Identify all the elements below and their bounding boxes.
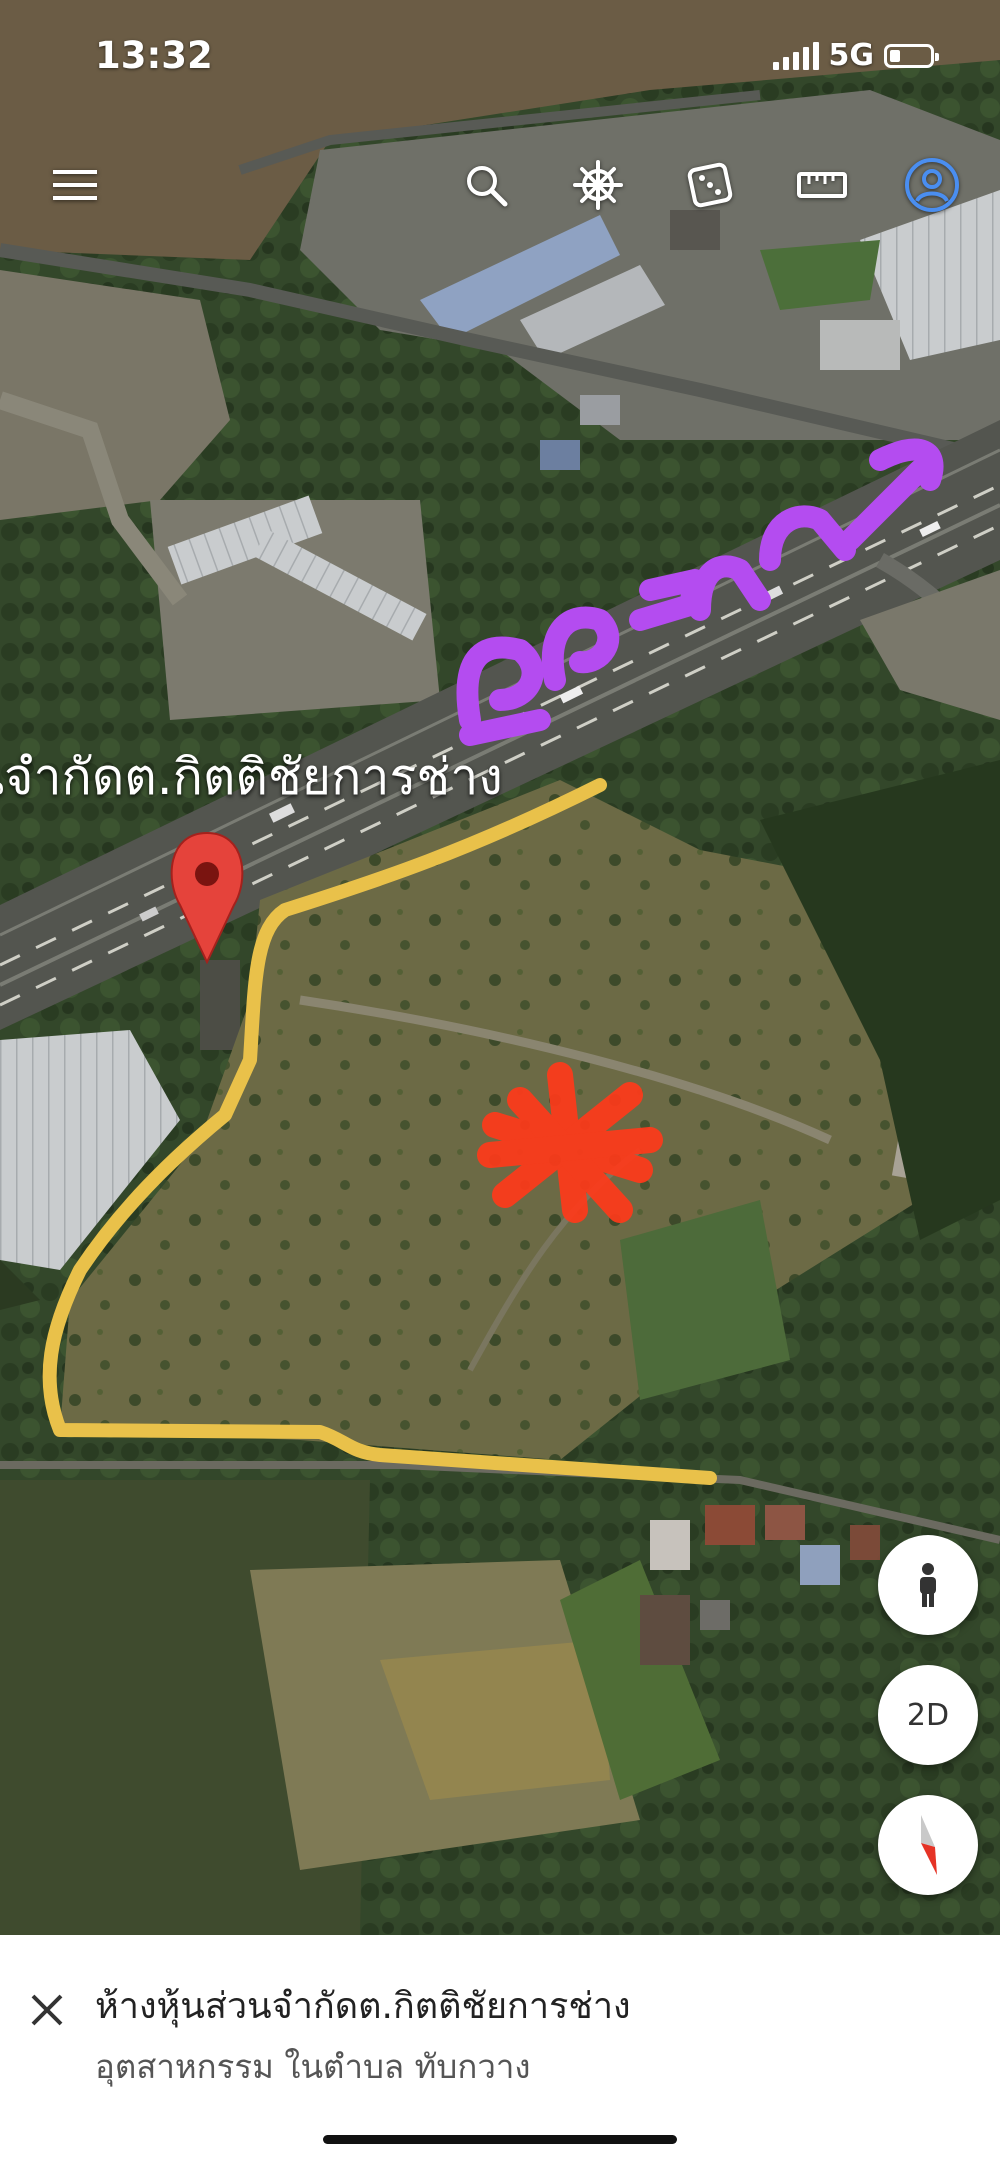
view-mode-label: 2D (906, 1697, 950, 1733)
home-indicator[interactable] (323, 2135, 677, 2144)
profile-button[interactable] (897, 150, 967, 220)
menu-button[interactable] (40, 150, 110, 220)
voyager-wheel-icon (573, 160, 623, 210)
close-icon (31, 1994, 63, 2026)
pegman-icon (920, 1563, 936, 1607)
battery-level (890, 49, 900, 62)
search-icon (467, 166, 508, 207)
place-title[interactable]: ห้างหุ้นส่วนจำกัดต.กิตติชัยการช่าง (95, 1977, 631, 2034)
close-button[interactable] (22, 1985, 72, 2035)
ruler-icon (797, 172, 847, 198)
status-indicators: 5G (772, 38, 939, 73)
satellite-map[interactable]: นจำกัดต.กิตติชัยการช่าง (0, 0, 1000, 1935)
search-button[interactable] (451, 150, 521, 220)
place-info-panel[interactable]: ห้างหุ้นส่วนจำกัดต.กิตติชัยการช่าง อุตสา… (0, 1935, 1000, 2161)
place-category: อุตสาหกรรม ในตำบล ทับกวาง (95, 2047, 531, 2086)
street-view-button[interactable] (878, 1535, 978, 1635)
dice-icon (687, 162, 733, 208)
feeling-lucky-button[interactable] (675, 150, 745, 220)
network-type: 5G (828, 38, 875, 73)
menu-icon (53, 170, 97, 200)
battery-icon (884, 43, 939, 68)
map-place-label: นจำกัดต.กิตติชัยการช่าง (0, 748, 503, 806)
cellular-signal-icon (772, 41, 819, 70)
view-mode-toggle[interactable]: 2D (878, 1665, 978, 1765)
voyager-button[interactable] (563, 150, 633, 220)
compass-button[interactable] (878, 1795, 978, 1895)
compass-icon (921, 1815, 937, 1875)
satellite-imagery (0, 0, 1000, 1935)
measure-button[interactable] (787, 150, 857, 220)
profile-icon (905, 158, 959, 212)
status-time: 13:32 (95, 34, 213, 77)
